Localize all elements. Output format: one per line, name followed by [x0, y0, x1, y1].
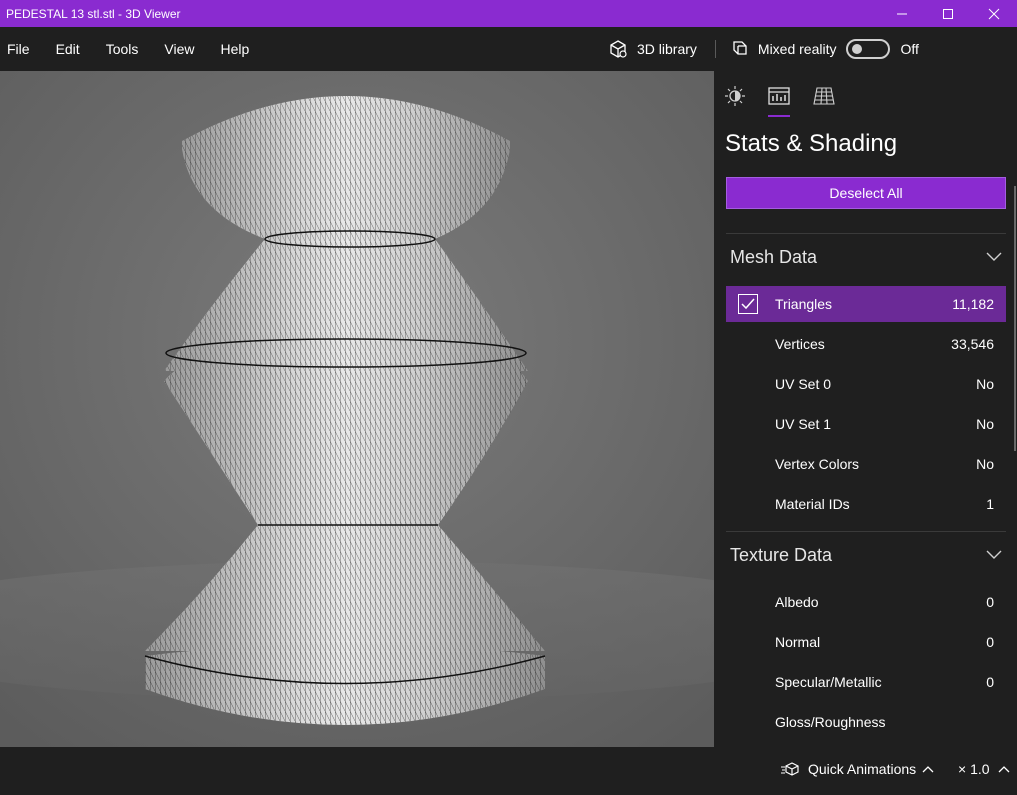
cube-icon: [610, 40, 627, 58]
chevron-down-icon: [986, 252, 1002, 261]
grid-icon: [813, 87, 835, 105]
close-button[interactable]: [971, 0, 1017, 27]
row-label: UV Set 1: [775, 416, 832, 432]
section-divider: [726, 233, 1006, 234]
mixed-reality-icon: [733, 41, 747, 55]
window-title: PEDESTAL 13 stl.stl - 3D Viewer: [6, 6, 181, 21]
row-label: Gloss/Roughness: [775, 714, 886, 730]
panel-title: Stats & Shading: [725, 130, 898, 157]
menu-right-group: 3D library Mixed reality Off: [608, 27, 919, 71]
texture-row-albedo[interactable]: Albedo 0: [726, 584, 1006, 620]
row-label: Normal: [775, 634, 821, 650]
row-label: Albedo: [775, 594, 819, 610]
mesh-row-uv-set-0[interactable]: UV Set 0 No: [726, 366, 1006, 402]
row-value: No: [976, 376, 994, 392]
minimize-button[interactable]: [879, 0, 925, 27]
animation-speed-label: × 1.0: [958, 761, 990, 777]
maximize-button[interactable]: [925, 0, 971, 27]
row-label: Vertices: [775, 336, 825, 352]
mixed-reality-state: Off: [900, 41, 919, 57]
row-value: 0: [986, 674, 994, 690]
mesh-data-header[interactable]: Mesh Data: [730, 242, 1002, 272]
menu-edit[interactable]: Edit: [49, 41, 88, 57]
checkmark-icon: [741, 298, 755, 310]
minimize-icon: [897, 13, 907, 14]
toggle-knob: [851, 44, 862, 54]
lighting-icon: [725, 86, 745, 106]
mesh-row-vertices[interactable]: Vertices 33,546: [726, 326, 1006, 362]
row-value: 1: [986, 496, 994, 512]
quick-animations-label: Quick Animations: [808, 761, 917, 777]
mesh-row-triangles[interactable]: Triangles 11,182: [726, 286, 1006, 322]
texture-row-gloss-roughness[interactable]: Gloss/Roughness: [726, 704, 1006, 740]
3d-library-label: 3D library: [637, 41, 697, 57]
row-label: Material IDs: [775, 496, 850, 512]
tab-grid[interactable]: [811, 83, 837, 109]
3d-library-button[interactable]: 3D library: [608, 39, 697, 59]
panel-scrollbar[interactable]: [1014, 186, 1016, 451]
maximize-icon: [943, 8, 953, 19]
menu-help[interactable]: Help: [213, 41, 257, 57]
row-value: 33,546: [951, 336, 994, 352]
status-bar: Quick Animations × 1.0: [0, 747, 1017, 795]
section-divider: [726, 531, 1006, 532]
animation-speed-button[interactable]: × 1.0: [958, 761, 1010, 777]
mixed-reality-toggle[interactable]: [845, 39, 890, 59]
texture-row-normal[interactable]: Normal 0: [726, 624, 1006, 660]
triangles-checkbox[interactable]: [738, 294, 758, 314]
3d-viewport[interactable]: [0, 71, 714, 747]
tab-stats[interactable]: [766, 83, 792, 109]
row-label: Vertex Colors: [775, 456, 860, 472]
menu-separator: [714, 40, 716, 58]
mixed-reality-label: Mixed reality: [757, 41, 837, 57]
chevron-up-icon: [998, 766, 1009, 773]
animation-icon: [781, 762, 799, 776]
row-value: No: [976, 416, 994, 432]
mesh-row-material-ids[interactable]: Material IDs 1: [726, 486, 1006, 522]
stats-panel: Stats & Shading Deselect All Mesh Data T…: [714, 71, 1017, 747]
active-tab-indicator: [768, 115, 790, 117]
tab-lighting[interactable]: [722, 83, 748, 109]
row-value: 0: [986, 634, 994, 650]
row-label: Specular/Metallic: [775, 674, 882, 690]
mesh-row-uv-set-1[interactable]: UV Set 1 No: [726, 406, 1006, 442]
pedestal-model: [0, 71, 714, 747]
menu-bar: File Edit Tools View Help 3D library Mix…: [0, 27, 1017, 71]
close-icon: [988, 8, 1000, 19]
menu-tools[interactable]: Tools: [99, 41, 147, 57]
panel-tabs: [714, 71, 1017, 121]
row-label: UV Set 0: [775, 376, 832, 392]
title-bar: PEDESTAL 13 stl.stl - 3D Viewer: [0, 0, 1017, 27]
row-value: 11,182: [952, 296, 994, 312]
chevron-down-icon: [986, 550, 1002, 559]
chevron-up-icon: [922, 766, 934, 773]
stats-icon: [768, 87, 790, 105]
deselect-all-button[interactable]: Deselect All: [726, 177, 1006, 209]
row-value: No: [976, 456, 994, 472]
quick-animations-button[interactable]: Quick Animations: [781, 761, 941, 777]
texture-row-specular-metallic[interactable]: Specular/Metallic 0: [726, 664, 1006, 700]
mesh-row-vertex-colors[interactable]: Vertex Colors No: [726, 446, 1006, 482]
menu-view[interactable]: View: [157, 41, 202, 57]
mesh-data-title: Mesh Data: [730, 246, 818, 267]
row-value: 0: [986, 594, 994, 610]
row-label: Triangles: [775, 296, 833, 312]
menu-file[interactable]: File: [0, 41, 38, 57]
texture-data-header[interactable]: Texture Data: [730, 540, 1002, 570]
texture-data-title: Texture Data: [730, 544, 833, 565]
